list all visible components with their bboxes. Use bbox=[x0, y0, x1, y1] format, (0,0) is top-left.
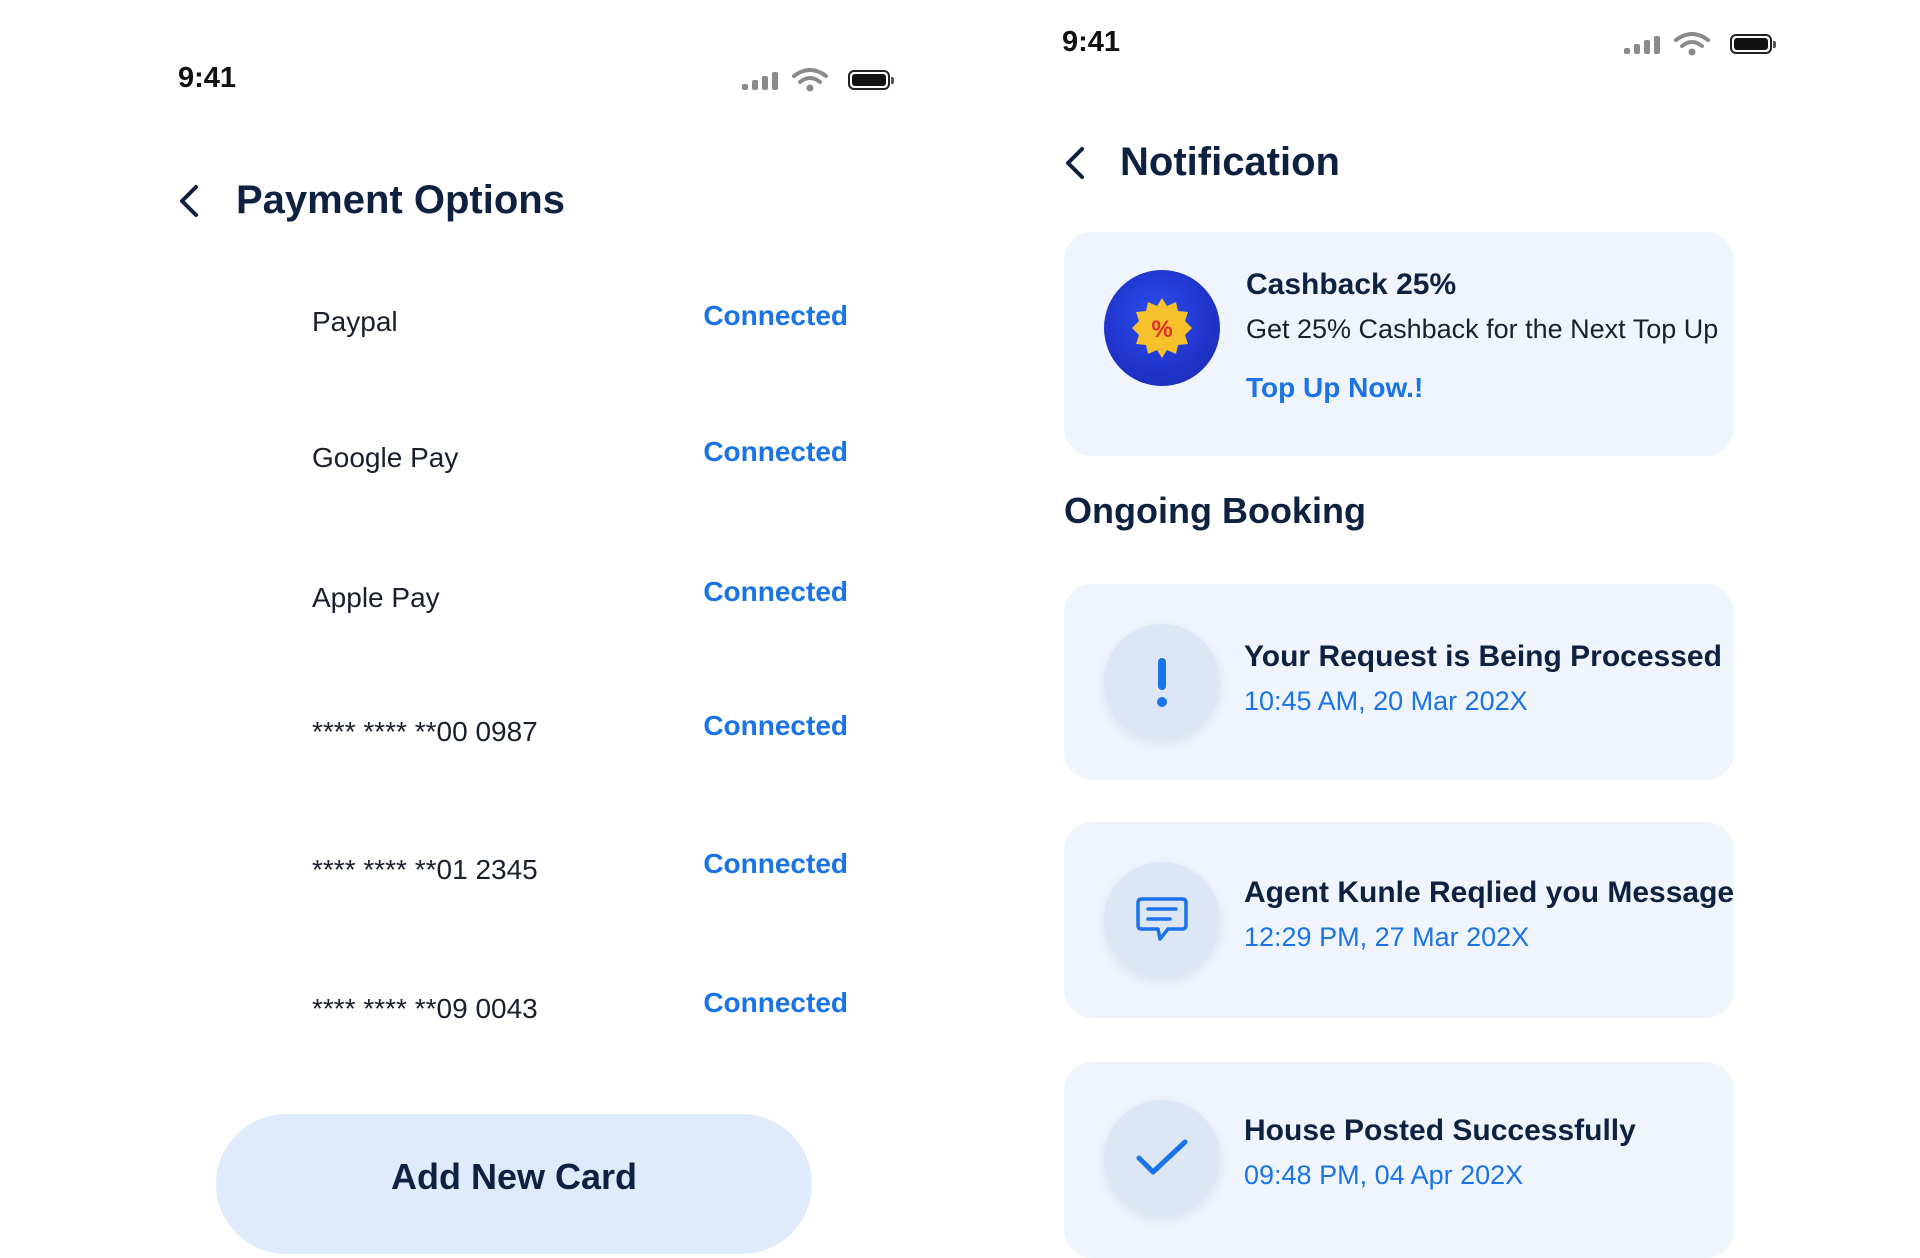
payment-method-name: Apple Pay bbox=[312, 582, 440, 613]
payment-method-row[interactable]: **** **** **09 0043 Connected bbox=[312, 987, 848, 1037]
page-title: Notification bbox=[1120, 140, 1340, 184]
percent-symbol: % bbox=[1151, 316, 1172, 343]
card-number: **** **** **01 2345 bbox=[312, 854, 538, 885]
notification-card[interactable]: Your Request is Being Processed 10:45 AM… bbox=[1064, 584, 1734, 780]
payment-method-name: Paypal bbox=[312, 306, 398, 337]
payment-method-row[interactable]: **** **** **00 0987 Connected bbox=[312, 710, 848, 760]
notification-card[interactable]: House Posted Successfully 09:48 PM, 04 A… bbox=[1064, 1062, 1734, 1258]
payment-method-row[interactable]: Google Pay Connected bbox=[312, 436, 848, 486]
payment-method-name: Google Pay bbox=[312, 442, 459, 473]
card-number: **** **** **09 0043 bbox=[312, 993, 538, 1024]
cashback-promo-card[interactable]: % Cashback 25% Get 25% Cashback for the … bbox=[1064, 232, 1734, 456]
status-icons bbox=[1624, 32, 1776, 56]
connected-status-link[interactable]: Connected bbox=[703, 710, 848, 742]
discount-badge-icon: % bbox=[1132, 298, 1192, 358]
promo-title: Cashback 25% bbox=[1246, 268, 1457, 301]
payment-method-row[interactable]: Apple Pay Connected bbox=[312, 576, 848, 626]
back-arrow-icon[interactable] bbox=[1062, 146, 1088, 180]
exclamation-icon bbox=[1157, 658, 1167, 707]
wifi-icon bbox=[792, 68, 828, 92]
cashback-badge: % bbox=[1104, 270, 1220, 386]
signal-icon bbox=[1624, 34, 1660, 54]
payment-options-screen: 9:41 Payment Options Paypal Connected Go… bbox=[0, 0, 960, 1254]
chat-message-icon bbox=[1136, 897, 1188, 941]
notification-card[interactable]: Agent Kunle Reqlied you Message 12:29 PM… bbox=[1064, 822, 1734, 1018]
notification-screen: 9:41 Notification % Cashback 25% Get 25%… bbox=[1040, 0, 1920, 1258]
status-time: 9:41 bbox=[1062, 26, 1121, 58]
page-title: Payment Options bbox=[236, 178, 565, 222]
connected-status-link[interactable]: Connected bbox=[703, 300, 848, 332]
notification-icon-circle bbox=[1104, 862, 1220, 978]
notification-time: 10:45 AM, 20 Mar 202X bbox=[1244, 686, 1528, 716]
add-new-card-button[interactable]: Add New Card bbox=[216, 1114, 812, 1254]
connected-status-link[interactable]: Connected bbox=[703, 436, 848, 468]
connected-status-link[interactable]: Connected bbox=[703, 987, 848, 1019]
payment-method-row[interactable]: **** **** **01 2345 Connected bbox=[312, 848, 848, 898]
notification-title: Agent Kunle Reqlied you Message bbox=[1244, 876, 1735, 909]
section-title: Ongoing Booking bbox=[1064, 490, 1366, 531]
payment-method-row[interactable]: Paypal Connected bbox=[312, 300, 848, 350]
notification-icon-circle bbox=[1104, 624, 1220, 740]
status-time: 9:41 bbox=[178, 62, 237, 94]
notification-title: Your Request is Being Processed bbox=[1244, 640, 1722, 673]
promo-description: Get 25% Cashback for the Next Top Up bbox=[1246, 314, 1719, 344]
notification-icon-circle bbox=[1104, 1100, 1220, 1216]
notification-time: 12:29 PM, 27 Mar 202X bbox=[1244, 922, 1530, 952]
top-up-now-link[interactable]: Top Up Now.! bbox=[1246, 372, 1423, 404]
connected-status-link[interactable]: Connected bbox=[703, 848, 848, 880]
back-arrow-icon[interactable] bbox=[176, 184, 202, 218]
notification-time: 09:48 PM, 04 Apr 202X bbox=[1244, 1160, 1524, 1190]
status-icons bbox=[742, 68, 894, 92]
wifi-icon bbox=[1674, 32, 1710, 56]
notification-title: House Posted Successfully bbox=[1244, 1114, 1636, 1147]
battery-icon bbox=[848, 70, 894, 90]
battery-icon bbox=[1730, 34, 1776, 54]
checkmark-icon bbox=[1136, 1139, 1188, 1175]
connected-status-link[interactable]: Connected bbox=[703, 576, 848, 608]
card-number: **** **** **00 0987 bbox=[312, 716, 538, 747]
signal-icon bbox=[742, 70, 778, 90]
